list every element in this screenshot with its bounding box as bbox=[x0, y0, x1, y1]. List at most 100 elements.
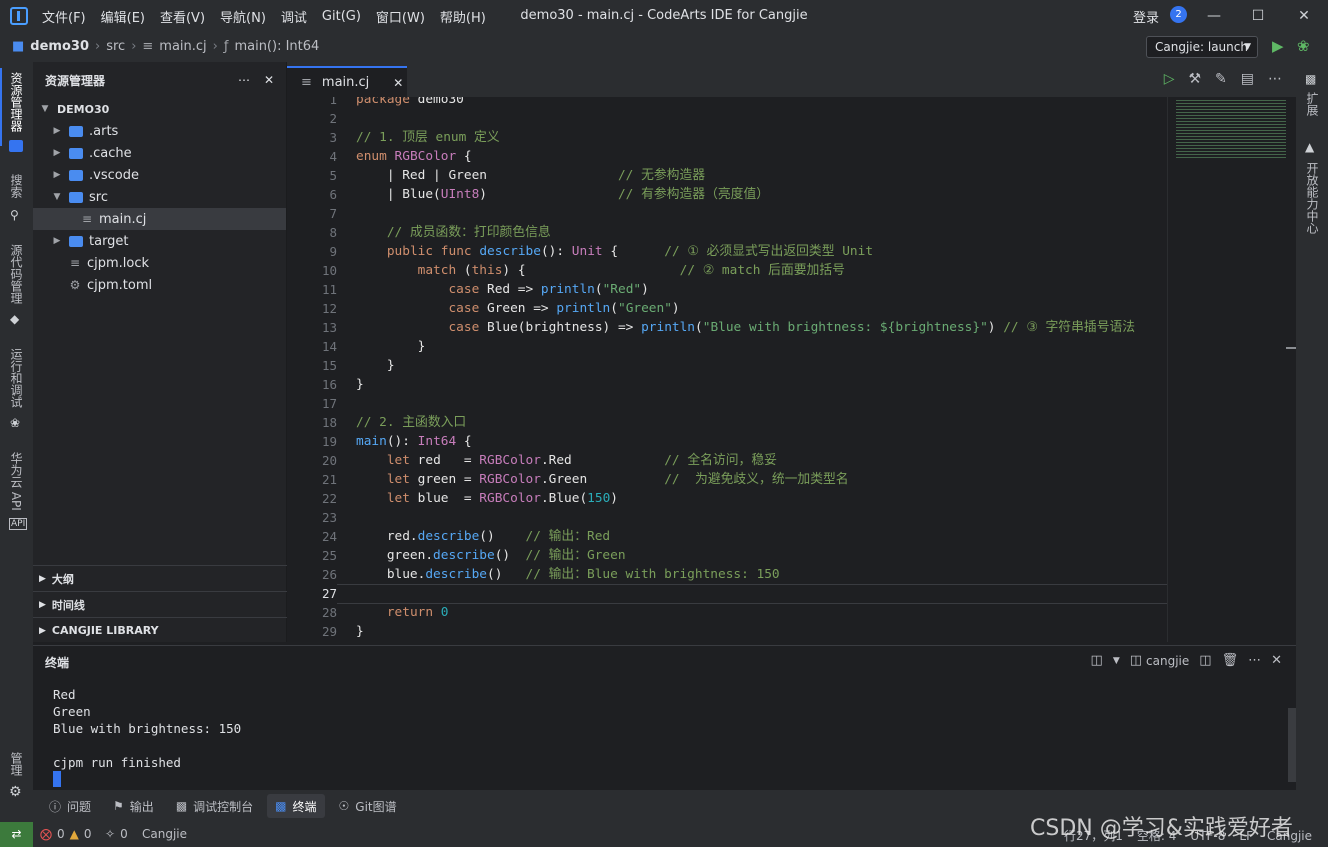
activity-scm[interactable]: 源代码管理 bbox=[8, 244, 25, 304]
close-panel-icon[interactable]: ✕ bbox=[1271, 653, 1282, 668]
menu-edit[interactable]: 编辑(E) bbox=[101, 7, 145, 26]
terminal-instance[interactable]: ◫ cangjie bbox=[1130, 653, 1190, 668]
code-line[interactable]: blue.describe() // 输出：Blue with brightne… bbox=[356, 565, 1135, 584]
code-line[interactable]: } bbox=[356, 622, 1135, 641]
code-line[interactable]: let green = RGBColor.Green // 为避免歧义，统一加类… bbox=[356, 470, 1135, 489]
breadcrumb-folder[interactable]: src bbox=[106, 39, 125, 54]
code-line[interactable]: } bbox=[356, 337, 1135, 356]
menu-git[interactable]: Git(G) bbox=[322, 9, 361, 24]
menu-view[interactable]: 查看(V) bbox=[160, 7, 205, 26]
search-icon[interactable]: ⚲ bbox=[10, 208, 19, 222]
notification-badge[interactable]: 2 bbox=[1170, 6, 1187, 23]
code-line[interactable]: let blue = RGBColor.Blue(150) bbox=[356, 489, 1135, 508]
tree-item-vscode[interactable]: ▶ .vscode bbox=[33, 164, 286, 186]
close-window-icon[interactable]: ✕ bbox=[1292, 4, 1316, 28]
tree-item-cjpm-lock[interactable]: ≡ cjpm.lock bbox=[33, 252, 286, 274]
terminal-output[interactable]: Red Green Blue with brightness: 150 cjpm r… bbox=[53, 686, 241, 771]
files-icon[interactable] bbox=[9, 140, 23, 152]
code-line[interactable]: | Blue(UInt8) // 有参构造器（亮度值） bbox=[356, 185, 1135, 204]
activity-explorer[interactable]: 资源管理器 bbox=[8, 72, 25, 132]
tree-root[interactable]: ▼ DEMO30 bbox=[33, 98, 286, 120]
right-tab-capability-center[interactable]: 开放能力中心 bbox=[1304, 162, 1321, 234]
code-line[interactable]: } bbox=[356, 375, 1135, 394]
tree-item-cjpm-toml[interactable]: ⚙ cjpm.toml bbox=[33, 274, 286, 296]
tab-main-cj[interactable]: ≡ main.cj ✕ bbox=[287, 66, 407, 97]
code-line[interactable]: // 1. 顶层 enum 定义 bbox=[356, 128, 1135, 147]
more-icon[interactable]: ⋯ bbox=[1268, 71, 1282, 87]
code-line[interactable]: case Green => println("Green") bbox=[356, 299, 1135, 318]
section-cangjie-library[interactable]: ▶ CANGJIE LIBRARY bbox=[33, 617, 287, 643]
terminal-scrollbar[interactable] bbox=[1288, 708, 1296, 782]
section-timeline[interactable]: ▶ 时间线 bbox=[33, 591, 287, 617]
code-line[interactable]: let red = RGBColor.Red // 全名访问，稳妥 bbox=[356, 451, 1135, 470]
remote-icon[interactable]: ⇄ bbox=[0, 822, 33, 847]
code-line[interactable]: green.describe() // 输出：Green bbox=[356, 546, 1135, 565]
right-tab-extensions[interactable]: 扩展 bbox=[1304, 92, 1321, 116]
close-tab-icon[interactable]: ✕ bbox=[393, 76, 403, 90]
maximize-icon[interactable]: ☐ bbox=[1246, 4, 1270, 28]
code-line[interactable]: package demo30 bbox=[356, 97, 1135, 109]
code-line[interactable]: main(): Int64 { bbox=[356, 432, 1135, 451]
menu-debug[interactable]: 调试 bbox=[281, 7, 307, 26]
run-icon[interactable]: ▶ bbox=[1272, 37, 1284, 55]
run-file-icon[interactable]: ▷ bbox=[1164, 71, 1175, 87]
menu-file[interactable]: 文件(F) bbox=[42, 7, 86, 26]
api-icon[interactable]: API bbox=[9, 518, 28, 530]
tab-output[interactable]: ⚑ 输出 bbox=[105, 794, 162, 818]
git-branch-icon[interactable]: ◆ bbox=[10, 312, 19, 326]
tree-item-target[interactable]: ▶ target bbox=[33, 230, 286, 252]
split-terminal-icon[interactable]: ◫ bbox=[1091, 653, 1103, 668]
activity-huawei-api[interactable]: 华为云 API bbox=[8, 452, 25, 511]
split-editor-icon[interactable]: ▤ bbox=[1241, 71, 1254, 87]
edit-pencil-icon[interactable]: ✎ bbox=[1215, 71, 1227, 87]
code-editor[interactable]: 1 2 3 4 5 6 7 8 9 10 11 12 13 14 15 16 17 18 19 20 21 22 23 24 2… bbox=[287, 97, 1167, 642]
code-line[interactable] bbox=[356, 584, 1135, 603]
run-config-select[interactable]: Cangjie: launch ▼ bbox=[1146, 36, 1258, 58]
code-line[interactable] bbox=[356, 394, 1135, 413]
problems-indicator[interactable]: ⨂ 0 ▲ 0 bbox=[40, 827, 92, 841]
bug-icon[interactable]: ❀ bbox=[10, 416, 20, 430]
menu-navigate[interactable]: 导航(N) bbox=[220, 7, 266, 26]
tab-git-graph[interactable]: ☉ Git图谱 bbox=[331, 794, 405, 818]
breadcrumb-symbol[interactable]: main(): Int64 bbox=[234, 39, 319, 54]
code-line[interactable] bbox=[356, 204, 1135, 223]
code-line[interactable]: return 0 bbox=[356, 603, 1135, 622]
code-line[interactable] bbox=[356, 109, 1135, 128]
code-line[interactable]: enum RGBColor { bbox=[356, 147, 1135, 166]
tree-item-main-cj[interactable]: ≡ main.cj bbox=[33, 208, 286, 230]
extensions-icon[interactable]: ▩ bbox=[1305, 72, 1316, 86]
code-line[interactable]: // 2. 主函数入口 bbox=[356, 413, 1135, 432]
close-icon[interactable]: ✕ bbox=[264, 73, 274, 87]
breadcrumb-file[interactable]: main.cj bbox=[159, 39, 206, 54]
minimap[interactable] bbox=[1167, 97, 1296, 642]
code-area[interactable]: package demo30 // 1. 顶层 enum 定义 enum RGBC… bbox=[356, 97, 1135, 641]
tab-terminal[interactable]: ▩ 终端 bbox=[267, 794, 325, 818]
code-line[interactable]: | Red | Green // 无参构造器 bbox=[356, 166, 1135, 185]
code-line[interactable]: } bbox=[356, 356, 1135, 375]
code-line[interactable]: public func describe(): Unit { // ① 必须显式… bbox=[356, 242, 1135, 261]
menu-window[interactable]: 窗口(W) bbox=[376, 7, 425, 26]
breadcrumb-project[interactable]: demo30 bbox=[30, 39, 89, 54]
section-outline[interactable]: ▶ 大纲 bbox=[33, 565, 287, 591]
more-icon[interactable]: ⋯ bbox=[238, 73, 250, 87]
split-icon[interactable]: ◫ bbox=[1199, 653, 1211, 668]
gear-icon[interactable]: ⚙ bbox=[9, 784, 22, 800]
tab-debug-console[interactable]: ▩ 调试控制台 bbox=[168, 794, 261, 818]
code-line[interactable]: match (this) { // ② match 后面要加括号 bbox=[356, 261, 1135, 280]
ports-indicator[interactable]: ✧ 0 bbox=[105, 827, 128, 841]
tree-item-src[interactable]: ▼ src bbox=[33, 186, 286, 208]
code-line[interactable]: red.describe() // 输出：Red bbox=[356, 527, 1135, 546]
hammer-icon[interactable]: ⚒ bbox=[1188, 71, 1201, 87]
menu-help[interactable]: 帮助(H) bbox=[440, 7, 486, 26]
activity-manage[interactable]: 管理 bbox=[8, 752, 25, 776]
activity-run-debug[interactable]: 运行和调试 bbox=[8, 348, 25, 408]
code-line[interactable] bbox=[356, 508, 1135, 527]
debug-bug-icon[interactable]: ❀ bbox=[1297, 37, 1310, 55]
language-server-status[interactable]: Cangjie bbox=[142, 827, 187, 841]
login-button[interactable]: 登录 bbox=[1133, 7, 1159, 26]
tree-item-cache[interactable]: ▶ .cache bbox=[33, 142, 286, 164]
minimize-icon[interactable]: — bbox=[1202, 4, 1226, 28]
tab-problems[interactable]: ⓘ 问题 bbox=[41, 794, 99, 818]
capability-icon[interactable]: ▲ bbox=[1305, 140, 1314, 154]
more-icon[interactable]: ⋯ bbox=[1248, 653, 1261, 668]
